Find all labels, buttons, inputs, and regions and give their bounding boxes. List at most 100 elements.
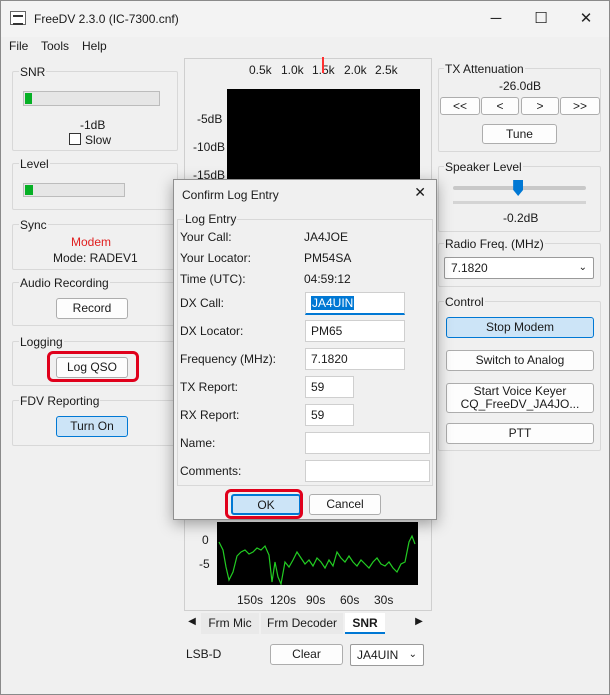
dx-call-label: DX Call: xyxy=(180,296,225,310)
db-tick: -5dB xyxy=(197,112,223,126)
tab-frm-mic[interactable]: Frm Mic xyxy=(201,613,259,634)
freq-tick: 2.0k xyxy=(344,63,367,77)
speaker-tick-rail xyxy=(453,201,586,204)
speaker-level-value: -0.2dB xyxy=(503,211,539,225)
turn-on-button[interactable]: Turn On xyxy=(56,416,128,437)
tab-scroll-left[interactable]: ◀ xyxy=(186,616,198,627)
snr-y-tick: 0 xyxy=(202,533,209,547)
chevron-down-icon: ⌄ xyxy=(408,649,417,660)
ptt-button[interactable]: PTT xyxy=(446,423,594,444)
speaker-level-label: Speaker Level xyxy=(444,160,523,174)
dx-locator-label: DX Locator: xyxy=(180,324,244,338)
slow-checkbox[interactable] xyxy=(69,133,81,145)
sideband-mode: LSB-D xyxy=(186,647,222,661)
comments-field[interactable] xyxy=(305,460,430,482)
name-label: Name: xyxy=(180,436,216,450)
level-meter xyxy=(23,183,125,197)
tx-report-label: TX Report: xyxy=(180,380,239,394)
snr-y-tick: -5 xyxy=(199,557,210,571)
log-entry-label: Log Entry xyxy=(184,212,238,226)
window-title: FreeDV 2.3.0 (IC-7300.cnf) xyxy=(34,12,179,26)
maximize-button[interactable]: ☐ xyxy=(518,1,564,37)
slow-label: Slow xyxy=(85,133,112,147)
logging-label: Logging xyxy=(19,335,64,349)
radio-freq-value: 7.1820 xyxy=(451,261,488,275)
freq-tick: 0.5k xyxy=(249,63,272,77)
menu-help[interactable]: Help xyxy=(82,39,107,53)
log-qso-highlight xyxy=(47,351,139,382)
tuning-marker[interactable] xyxy=(322,57,324,73)
audio-recording-label: Audio Recording xyxy=(19,276,110,290)
name-field[interactable] xyxy=(305,432,430,454)
radio-freq-dropdown[interactable]: 7.1820 ⌄ xyxy=(444,257,594,279)
spectrum-plot[interactable] xyxy=(227,89,420,182)
atten-fast-down-button[interactable]: << xyxy=(440,97,480,115)
mode-text: Mode: RADEV1 xyxy=(53,251,138,265)
radio-freq-label: Radio Freq. (MHz) xyxy=(444,237,545,251)
your-locator-label: Your Locator: xyxy=(180,251,251,265)
menu-file[interactable]: File xyxy=(9,39,28,53)
snr-plot[interactable] xyxy=(217,522,418,587)
rx-report-label: RX Report: xyxy=(180,408,240,422)
time-value: 04:59:12 xyxy=(304,272,351,286)
your-locator-value: PM54SA xyxy=(304,251,352,265)
level-label: Level xyxy=(19,157,50,171)
stop-modem-button[interactable]: Stop Modem xyxy=(446,317,594,338)
record-button[interactable]: Record xyxy=(56,298,128,319)
comments-label: Comments: xyxy=(180,464,242,478)
db-tick: -10dB xyxy=(193,140,226,154)
minimize-button[interactable]: ─ xyxy=(473,1,519,37)
tab-scroll-right[interactable]: ▶ xyxy=(413,616,425,627)
close-button[interactable]: ✕ xyxy=(563,1,609,37)
voice-keyer-line2: CQ_FreeDV_JA4JO... xyxy=(460,397,580,411)
dialog-close-button[interactable]: ✕ xyxy=(414,184,426,201)
snr-value: -1dB xyxy=(80,118,106,132)
your-call-label: Your Call: xyxy=(180,230,232,244)
time-tick: 90s xyxy=(306,593,326,607)
tx-attenuation-label: TX Attenuation xyxy=(444,62,525,76)
atten-fast-up-button[interactable]: >> xyxy=(560,97,600,115)
sync-status: Modem xyxy=(71,235,112,249)
fdv-reporting-label: FDV Reporting xyxy=(19,394,101,408)
tab-frm-decoder[interactable]: Frm Decoder xyxy=(261,613,343,634)
freq-tick: 2.5k xyxy=(375,63,398,77)
rx-report-field[interactable]: 59 xyxy=(305,404,354,426)
menu-bar: File Tools Help xyxy=(1,37,609,57)
time-tick: 30s xyxy=(374,593,394,607)
chevron-down-icon: ⌄ xyxy=(578,262,587,273)
ok-button-highlight xyxy=(225,489,303,519)
your-call-value: JA4JOE xyxy=(304,230,349,244)
atten-up-button[interactable]: > xyxy=(521,97,559,115)
dx-call-field[interactable]: JA4UIN xyxy=(305,292,405,315)
frequency-field[interactable]: 7.1820 xyxy=(305,348,405,370)
time-tick: 120s xyxy=(270,593,297,607)
level-meter-fill xyxy=(25,185,33,195)
callsign-dropdown[interactable]: JA4UIN ⌄ xyxy=(350,644,424,666)
switch-to-analog-button[interactable]: Switch to Analog xyxy=(446,350,594,371)
clear-button[interactable]: Clear xyxy=(270,644,343,665)
snr-meter xyxy=(23,91,160,106)
menu-tools[interactable]: Tools xyxy=(41,39,69,53)
freq-tick: 1.0k xyxy=(281,63,304,77)
dx-locator-field[interactable]: PM65 xyxy=(305,320,405,342)
sync-label: Sync xyxy=(19,218,48,232)
time-tick: 60s xyxy=(340,593,360,607)
tune-button[interactable]: Tune xyxy=(482,124,557,144)
tab-snr[interactable]: SNR xyxy=(345,613,385,634)
snr-meter-fill xyxy=(25,93,32,104)
dx-call-value: JA4UIN xyxy=(311,296,355,310)
time-label: Time (UTC): xyxy=(180,272,246,286)
frequency-label: Frequency (MHz): xyxy=(180,352,277,366)
title-bar: FreeDV 2.3.0 (IC-7300.cnf) ─ ☐ ✕ xyxy=(1,1,609,37)
atten-down-button[interactable]: < xyxy=(481,97,519,115)
voice-keyer-button[interactable]: Start Voice Keyer CQ_FreeDV_JA4JO... xyxy=(446,383,594,413)
tx-attenuation-value: -26.0dB xyxy=(499,79,542,93)
app-icon xyxy=(10,11,26,25)
cancel-button[interactable]: Cancel xyxy=(309,494,381,515)
snr-trace xyxy=(218,534,416,587)
control-label: Control xyxy=(444,295,485,309)
dialog-title: Confirm Log Entry xyxy=(182,188,279,202)
time-tick: 150s xyxy=(237,593,264,607)
snr-label: SNR xyxy=(19,65,47,79)
tx-report-field[interactable]: 59 xyxy=(305,376,354,398)
